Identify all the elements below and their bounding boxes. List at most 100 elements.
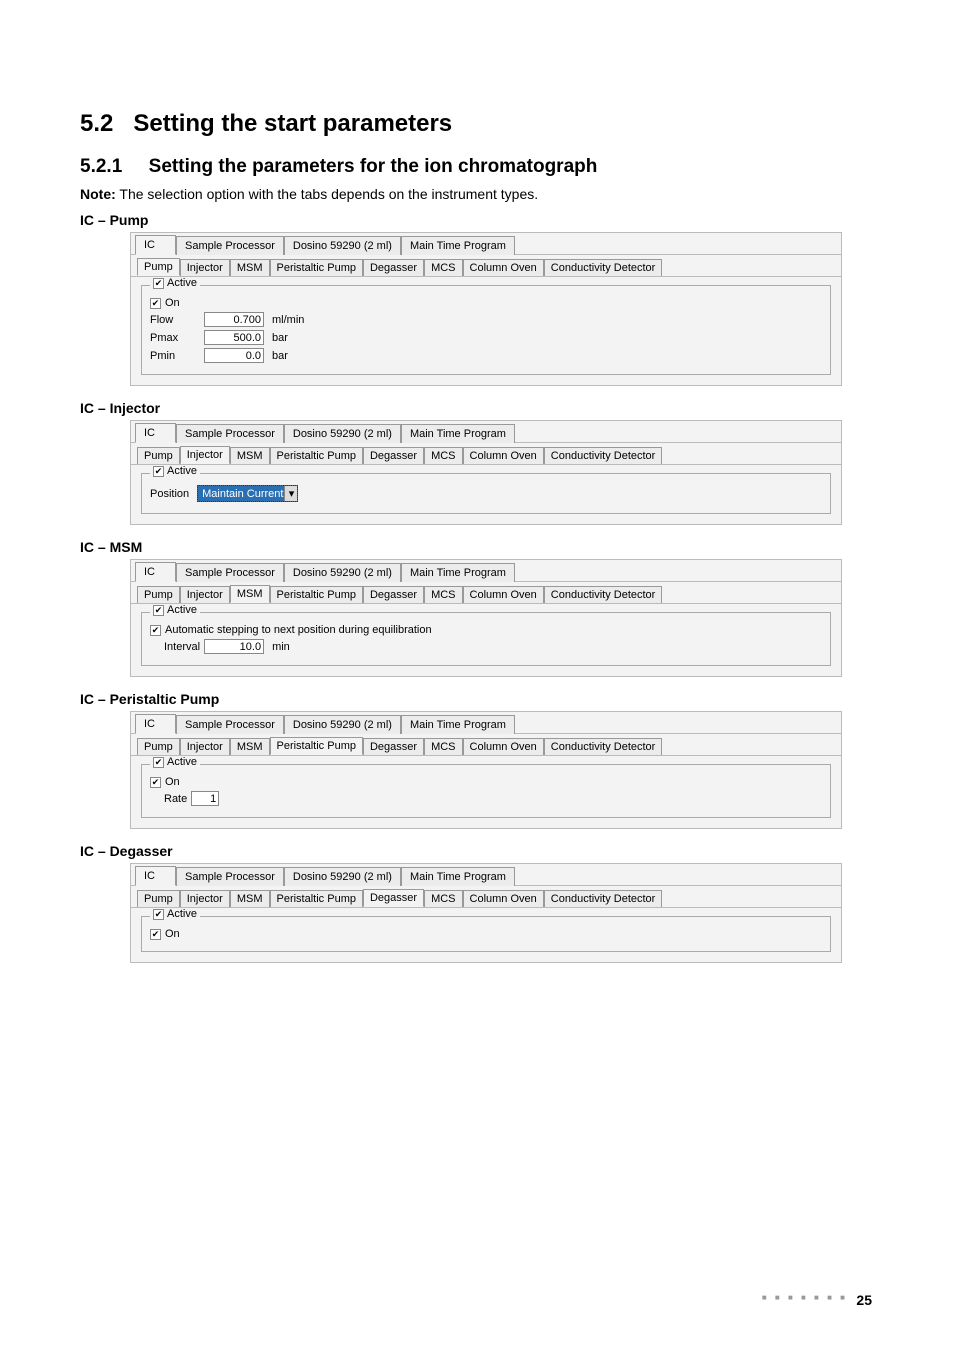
subtab-column-oven[interactable]: Column Oven [463,738,544,755]
subtab-pump[interactable]: Pump [137,447,180,464]
tab-main-time-program[interactable]: Main Time Program [401,424,515,443]
position-label: Position [150,488,189,500]
interval-label: Interval [164,641,200,653]
tab-main-time-program[interactable]: Main Time Program [401,563,515,582]
panel-label-injector: IC – Injector [80,400,874,416]
subtab-degasser[interactable]: Degasser [363,738,424,755]
legend-active: Active [167,465,197,477]
subtab-mcs[interactable]: MCS [424,447,462,464]
note-paragraph: Note: The selection option with the tabs… [80,186,874,202]
subtab-conductivity[interactable]: Conductivity Detector [544,890,663,907]
subtab-conductivity[interactable]: Conductivity Detector [544,259,663,276]
subtab-msm[interactable]: MSM [230,447,270,464]
subtab-msm[interactable]: MSM [230,890,270,907]
panel-label-msm: IC – MSM [80,539,874,555]
checkbox-active[interactable]: ✔ [153,278,164,289]
subtab-conductivity[interactable]: Conductivity Detector [544,586,663,603]
subtab-injector[interactable]: Injector [180,738,230,755]
tab-ic[interactable]: IC [135,235,176,255]
tab-strip-sub: Pump Injector MSM Peristaltic Pump Degas… [131,255,841,277]
tab-strip-top: IC Sample Processor Dosino 59290 (2 ml) … [131,421,841,443]
subtab-degasser[interactable]: Degasser [363,259,424,276]
position-value: Maintain Current [202,488,283,500]
panel-label-degasser: IC – Degasser [80,843,874,859]
screenshot-injector: IC Sample Processor Dosino 59290 (2 ml) … [130,420,842,525]
position-dropdown[interactable]: Maintain Current ▾ [197,485,298,502]
subtab-column-oven[interactable]: Column Oven [463,586,544,603]
tab-main-time-program[interactable]: Main Time Program [401,867,515,886]
pmin-input[interactable]: 0.0 [204,348,264,363]
subsection-title-text: Setting the parameters for the ion chrom… [149,156,598,177]
checkbox-active[interactable]: ✔ [153,466,164,477]
pmax-input[interactable]: 500.0 [204,330,264,345]
tab-ic[interactable]: IC [135,714,176,734]
tab-sample-processor[interactable]: Sample Processor [176,715,284,734]
flow-unit: ml/min [272,314,304,326]
subtab-peristaltic[interactable]: Peristaltic Pump [270,890,363,907]
subtab-peristaltic[interactable]: Peristaltic Pump [270,737,363,755]
tab-sample-processor[interactable]: Sample Processor [176,563,284,582]
subtab-degasser[interactable]: Degasser [363,889,424,907]
subtab-degasser[interactable]: Degasser [363,586,424,603]
tab-main-time-program[interactable]: Main Time Program [401,236,515,255]
note-label: Note: [80,186,116,202]
page-number: 25 [856,1292,872,1308]
subtab-pump[interactable]: Pump [137,586,180,603]
checkbox-active[interactable]: ✔ [153,605,164,616]
checkbox-active[interactable]: ✔ [153,909,164,920]
tab-strip-sub: Pump Injector MSM Peristaltic Pump Degas… [131,734,841,756]
rate-input[interactable]: 1 [191,791,219,806]
tab-sample-processor[interactable]: Sample Processor [176,236,284,255]
flow-input[interactable]: 0.700 [204,312,264,327]
subtab-peristaltic[interactable]: Peristaltic Pump [270,447,363,464]
legend-active: Active [167,277,197,289]
subtab-injector[interactable]: Injector [180,586,230,603]
subtab-conductivity[interactable]: Conductivity Detector [544,447,663,464]
pmin-unit: bar [272,350,288,362]
subtab-mcs[interactable]: MCS [424,738,462,755]
legend-active: Active [167,756,197,768]
tab-ic[interactable]: IC [135,423,176,443]
subtab-pump[interactable]: Pump [137,890,180,907]
tab-strip-top: IC Sample Processor Dosino 59290 (2 ml) … [131,233,841,255]
subtab-pump[interactable]: Pump [137,738,180,755]
tab-strip-sub: Pump Injector MSM Peristaltic Pump Degas… [131,582,841,604]
checkbox-auto-step[interactable]: ✔ [150,625,161,636]
subtab-pump[interactable]: Pump [137,258,180,276]
subtab-peristaltic[interactable]: Peristaltic Pump [270,259,363,276]
pmax-unit: bar [272,332,288,344]
tab-dosino[interactable]: Dosino 59290 (2 ml) [284,563,401,582]
tab-dosino[interactable]: Dosino 59290 (2 ml) [284,867,401,886]
subtab-degasser[interactable]: Degasser [363,447,424,464]
subtab-msm[interactable]: MSM [230,259,270,276]
interval-input[interactable]: 10.0 [204,639,264,654]
checkbox-on[interactable]: ✔ [150,929,161,940]
tab-dosino[interactable]: Dosino 59290 (2 ml) [284,424,401,443]
tab-ic[interactable]: IC [135,866,176,886]
subtab-msm[interactable]: MSM [230,738,270,755]
subtab-column-oven[interactable]: Column Oven [463,447,544,464]
subtab-msm[interactable]: MSM [230,585,270,603]
checkbox-on[interactable]: ✔ [150,298,161,309]
tab-dosino[interactable]: Dosino 59290 (2 ml) [284,236,401,255]
subtab-mcs[interactable]: MCS [424,890,462,907]
tab-sample-processor[interactable]: Sample Processor [176,867,284,886]
subtab-peristaltic[interactable]: Peristaltic Pump [270,586,363,603]
tab-sample-processor[interactable]: Sample Processor [176,424,284,443]
checkbox-active[interactable]: ✔ [153,757,164,768]
legend-active: Active [167,908,197,920]
tab-ic[interactable]: IC [135,562,176,582]
note-text: The selection option with the tabs depen… [116,186,538,202]
checkbox-on[interactable]: ✔ [150,777,161,788]
subtab-injector[interactable]: Injector [180,890,230,907]
subtab-injector[interactable]: Injector [180,446,230,464]
subtab-injector[interactable]: Injector [180,259,230,276]
subtab-conductivity[interactable]: Conductivity Detector [544,738,663,755]
tab-dosino[interactable]: Dosino 59290 (2 ml) [284,715,401,734]
subtab-mcs[interactable]: MCS [424,586,462,603]
subtab-mcs[interactable]: MCS [424,259,462,276]
tab-main-time-program[interactable]: Main Time Program [401,715,515,734]
panel-label-peristaltic: IC – Peristaltic Pump [80,691,874,707]
subtab-column-oven[interactable]: Column Oven [463,259,544,276]
subtab-column-oven[interactable]: Column Oven [463,890,544,907]
